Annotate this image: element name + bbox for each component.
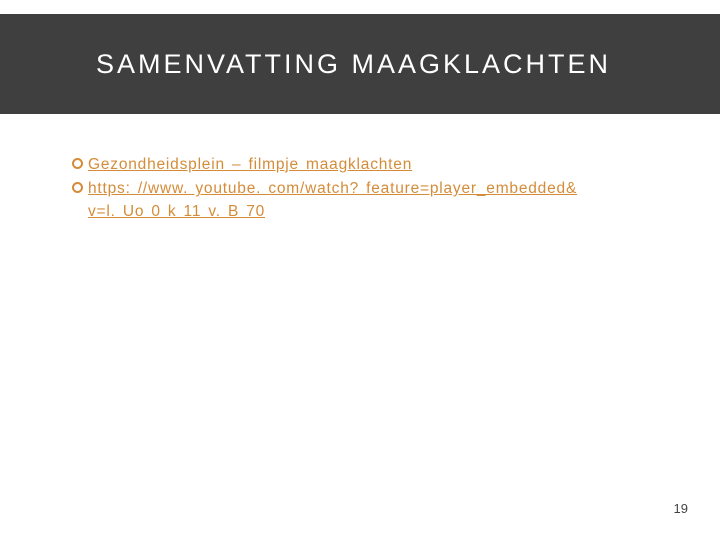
circle-bullet-icon — [72, 158, 83, 169]
link-youtube-continuation[interactable]: v=l. Uo 0 k 11 v. B 70 — [88, 203, 660, 221]
page-number: 19 — [674, 501, 688, 516]
link-youtube[interactable]: https: //www. youtube. com/watch? featur… — [88, 179, 577, 199]
slide-title: SAMENVATTING MAAGKLACHTEN — [96, 49, 611, 80]
circle-bullet-icon — [72, 182, 83, 193]
content-area: Gezondheidsplein – filmpje maagklachten … — [72, 155, 660, 221]
slide: SAMENVATTING MAAGKLACHTEN Gezondheidsple… — [0, 0, 720, 540]
list-item: Gezondheidsplein – filmpje maagklachten — [72, 155, 660, 175]
title-bar: SAMENVATTING MAAGKLACHTEN — [0, 14, 720, 114]
link-gezondheidsplein[interactable]: Gezondheidsplein – filmpje maagklachten — [88, 155, 412, 175]
list-item: https: //www. youtube. com/watch? featur… — [72, 179, 660, 199]
